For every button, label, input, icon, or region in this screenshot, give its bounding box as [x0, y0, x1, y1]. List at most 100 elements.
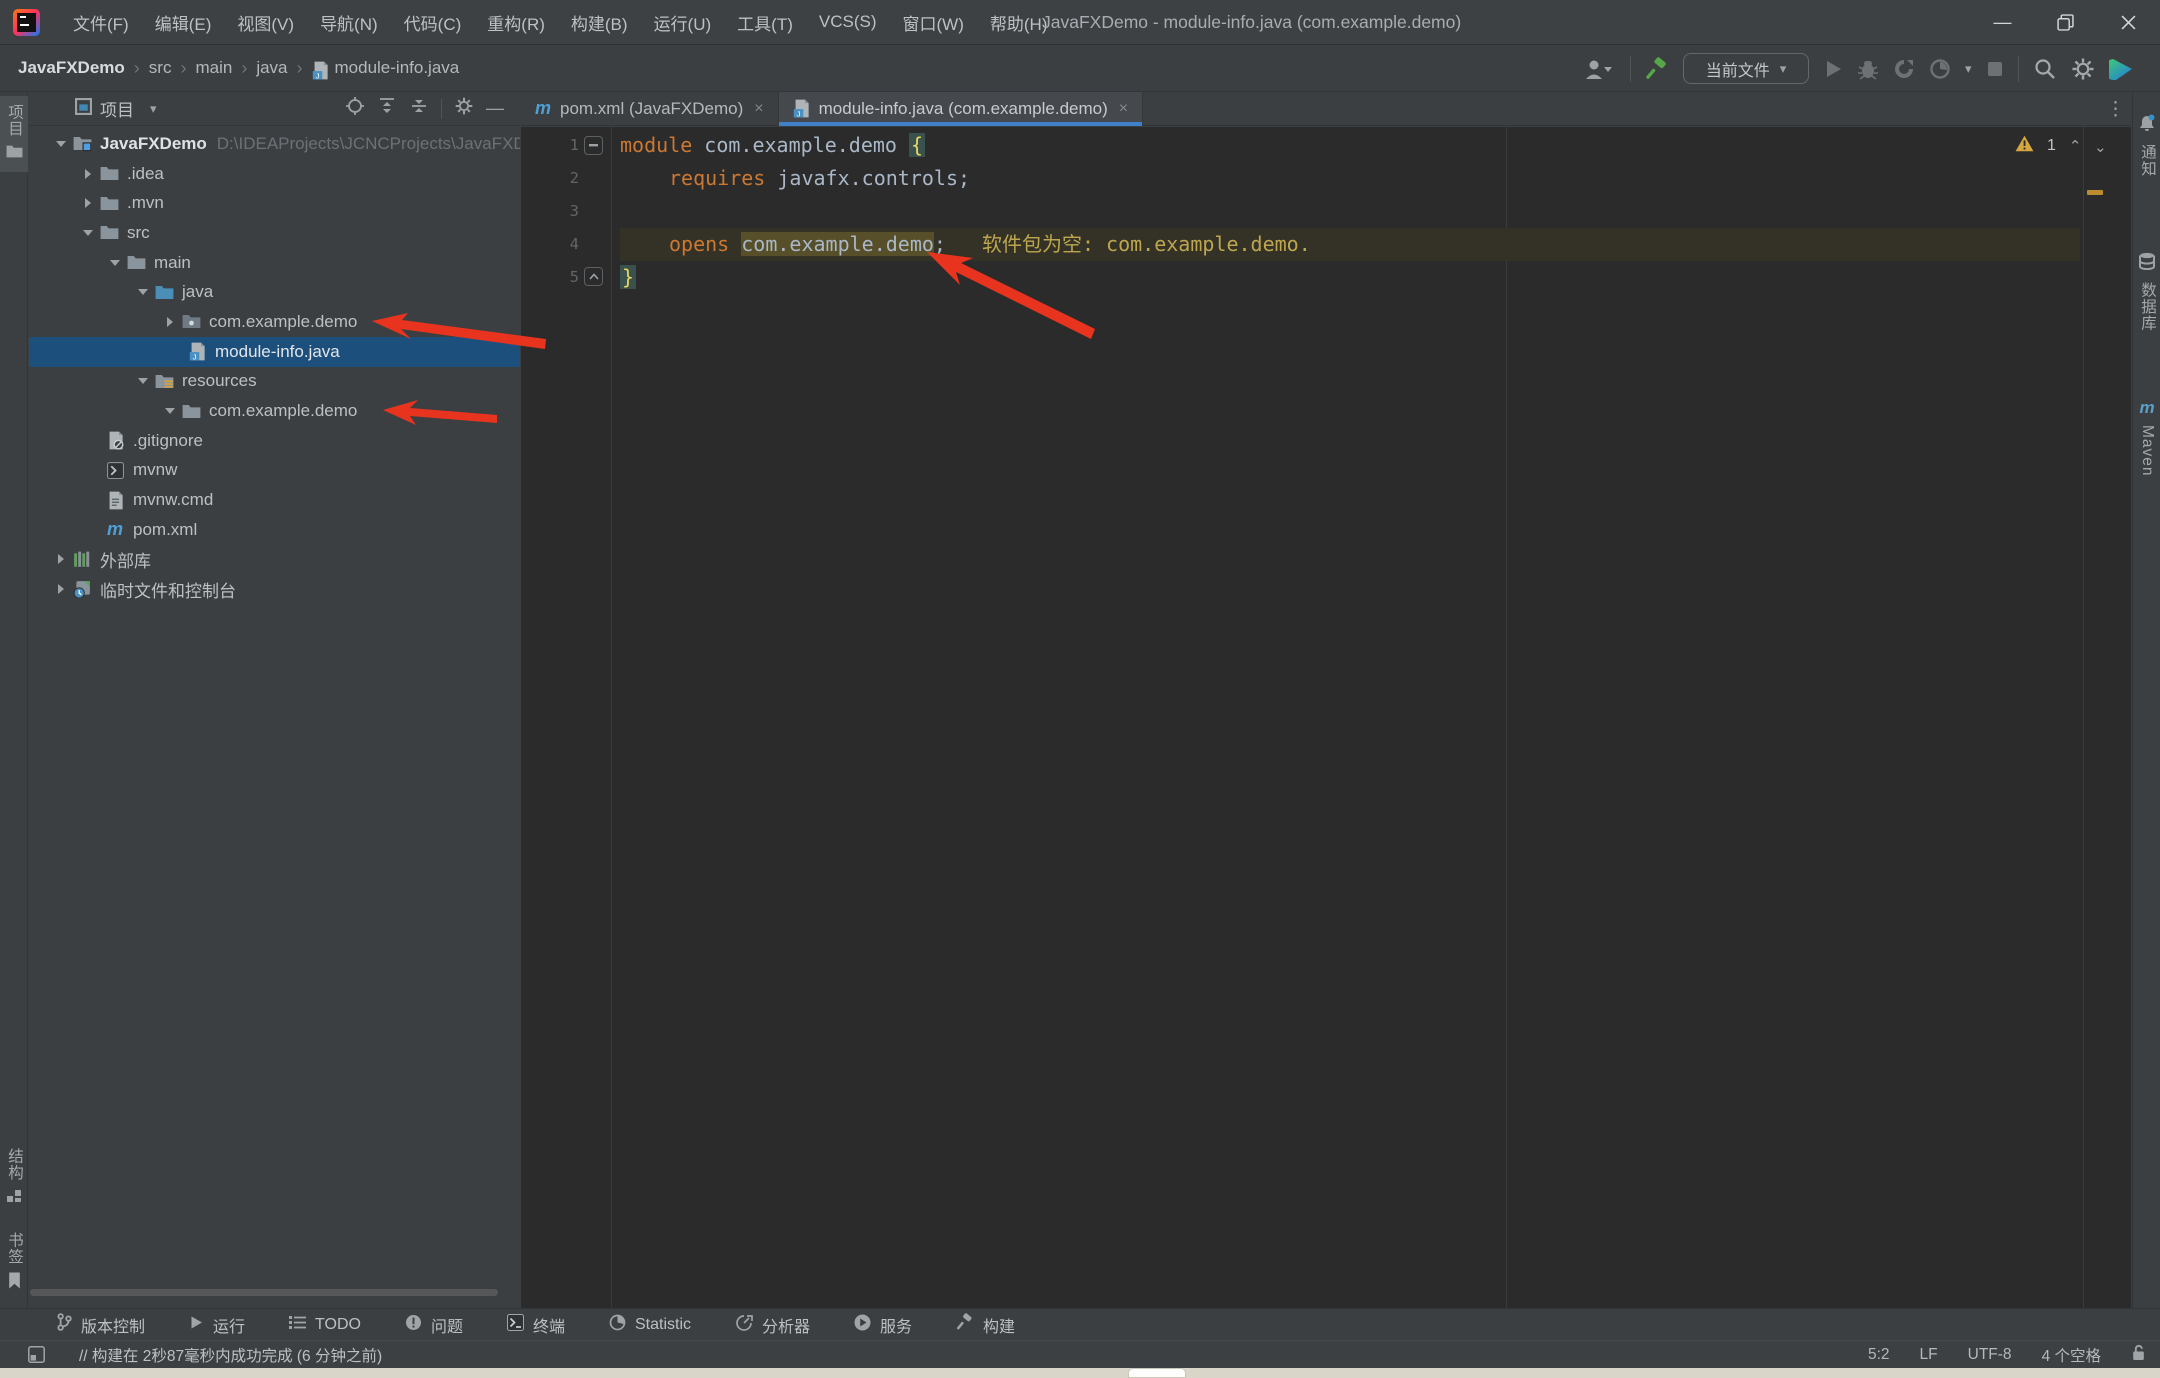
close-tab-icon[interactable]: × [754, 100, 763, 118]
chevron-right-icon[interactable] [77, 198, 99, 208]
tool-window-quick-access-icon[interactable] [28, 1346, 45, 1363]
chevron-down-icon[interactable] [50, 141, 72, 147]
stop-button[interactable] [1986, 60, 2004, 78]
collapse-all-icon[interactable] [409, 96, 429, 121]
caret-position[interactable]: 5:2 [1868, 1346, 1890, 1364]
breadcrumb-project[interactable]: JavaFXDemo [18, 58, 125, 78]
coverage-button[interactable] [1929, 58, 1951, 80]
menu-view[interactable]: 视图(V) [224, 10, 307, 35]
project-panel-horizontal-scrollbar[interactable] [30, 1289, 498, 1296]
profiler-button[interactable] [1893, 58, 1915, 80]
tool-window-button-services[interactable]: 服务 [854, 1313, 912, 1337]
chevron-down-icon[interactable] [132, 289, 154, 295]
chevron-down-icon[interactable]: ▾ [150, 101, 157, 117]
tree-item-package-com-example-demo[interactable]: com.example.demo [29, 307, 520, 337]
menu-code[interactable]: 代码(C) [391, 10, 475, 35]
build-hammer-icon[interactable] [1645, 57, 1669, 81]
breadcrumb-file[interactable]: module-info.java [335, 58, 460, 78]
chevron-down-icon[interactable]: ▾ [1965, 61, 1972, 77]
run-button[interactable] [1823, 59, 1843, 79]
tree-item-java-source-root[interactable]: java [29, 277, 520, 307]
tree-item-pom-xml[interactable]: m pom.xml [29, 515, 520, 545]
ide-assistant-icon[interactable] [2109, 56, 2135, 82]
tree-item-project-root[interactable]: JavaFXDemo D:\IDEAProjects\JCNCProjects\… [29, 129, 520, 159]
close-tab-icon[interactable]: × [1119, 100, 1128, 118]
next-problem-icon[interactable]: ⌃ [2094, 137, 2107, 155]
line-ending-indicator[interactable]: LF [1920, 1346, 1938, 1364]
previous-problem-icon[interactable]: ⌃ [2069, 137, 2082, 155]
tree-item-resources-root[interactable]: resources [29, 367, 520, 397]
tree-item-main[interactable]: main [29, 248, 520, 278]
chevron-down-icon[interactable] [159, 408, 181, 414]
menu-edit[interactable]: 编辑(E) [142, 10, 225, 35]
tool-window-button-statistic[interactable]: Statistic [609, 1314, 691, 1336]
tree-item-mvnw[interactable]: mvnw [29, 456, 520, 486]
menu-window[interactable]: 窗口(W) [890, 10, 977, 35]
chevron-right-icon[interactable] [159, 317, 181, 327]
tree-item-module-info-java[interactable]: J module-info.java [29, 337, 520, 367]
indent-indicator[interactable]: 4 个空格 [2042, 1344, 2101, 1366]
tool-window-button-project[interactable]: 项目 [0, 96, 28, 172]
status-message[interactable]: // 构建在 2秒87毫秒内成功完成 (6 分钟之前) [79, 1344, 382, 1366]
tree-item-idea[interactable]: .idea [29, 159, 520, 189]
restore-button[interactable] [2034, 0, 2097, 45]
tool-window-button-profiler[interactable]: 分析器 [735, 1313, 810, 1337]
encoding-indicator[interactable]: UTF-8 [1968, 1346, 2012, 1364]
tool-window-button-maven[interactable]: m Maven [2133, 390, 2160, 485]
run-configuration-select[interactable]: 当前文件 ▾ [1683, 53, 1809, 84]
tree-item-mvnw-cmd[interactable]: mvnw.cmd [29, 485, 520, 515]
warning-stripe-mark[interactable] [2087, 190, 2103, 195]
tab-options-icon[interactable]: ⋮ [2106, 92, 2125, 126]
tool-window-button-version-control[interactable]: 版本控制 [56, 1313, 145, 1337]
chevron-down-icon[interactable] [77, 230, 99, 236]
unlock-icon[interactable] [2131, 1344, 2146, 1366]
menu-tools[interactable]: 工具(T) [724, 10, 806, 35]
tool-window-button-build[interactable]: 构建 [956, 1313, 1015, 1337]
locate-file-icon[interactable] [345, 96, 365, 121]
tool-window-button-terminal[interactable]: 终端 [507, 1313, 565, 1337]
tool-window-button-database[interactable]: 数据库 [2133, 244, 2160, 340]
tool-window-button-structure[interactable]: 结构 [0, 1140, 28, 1217]
menu-vcs[interactable]: VCS(S) [806, 12, 890, 32]
tab-pom-xml[interactable]: m pom.xml (JavaFXDemo) × [521, 92, 779, 125]
chevron-down-icon[interactable] [104, 260, 126, 266]
menu-build[interactable]: 构建(B) [558, 10, 641, 35]
menu-file[interactable]: 文件(F) [60, 10, 142, 35]
fold-region-end-icon[interactable] [584, 267, 603, 286]
tree-item-resources-com-example-demo[interactable]: com.example.demo [29, 396, 520, 426]
tool-window-button-problems[interactable]: 问题 [405, 1313, 463, 1337]
tool-window-button-run[interactable]: 运行 [189, 1313, 245, 1337]
expand-all-icon[interactable] [377, 96, 397, 121]
tab-module-info-java[interactable]: J module-info.java (com.example.demo) × [779, 92, 1143, 125]
chevron-right-icon[interactable] [50, 554, 72, 564]
chevron-right-icon[interactable] [50, 584, 72, 594]
hide-panel-icon[interactable]: — [486, 98, 504, 119]
menu-refactor[interactable]: 重构(R) [474, 10, 558, 35]
close-button[interactable] [2097, 0, 2160, 45]
panel-settings-gear-icon[interactable] [454, 96, 474, 121]
settings-gear-icon[interactable] [2071, 57, 2095, 81]
tree-item-scratches-consoles[interactable]: 临时文件和控制台 [29, 574, 520, 604]
inspections-widget[interactable]: 1 ⌃ ⌃ [2015, 135, 2107, 157]
breadcrumb-main[interactable]: main [195, 58, 232, 78]
tree-item-external-libraries[interactable]: 外部库 [29, 545, 520, 575]
breadcrumb-src[interactable]: src [149, 58, 172, 78]
search-everywhere-icon[interactable] [2033, 57, 2057, 81]
minimize-button[interactable]: — [1971, 0, 2034, 45]
fold-region-start-icon[interactable] [584, 136, 603, 155]
code-editor[interactable]: 1 2 3 4 5 module com.example.demo { requ… [521, 127, 2131, 1308]
windows-taskbar-sliver [0, 1368, 2160, 1378]
tree-item-gitignore[interactable]: .gitignore [29, 426, 520, 456]
menu-run[interactable]: 运行(U) [641, 10, 725, 35]
chevron-right-icon[interactable] [77, 169, 99, 179]
breadcrumb-java[interactable]: java [256, 58, 287, 78]
chevron-down-icon[interactable] [132, 378, 154, 384]
tool-window-button-bookmarks[interactable]: 书签 [0, 1224, 28, 1302]
menu-navigate[interactable]: 导航(N) [307, 10, 391, 35]
debug-button[interactable] [1857, 58, 1879, 80]
tree-item-mvn[interactable]: .mvn [29, 188, 520, 218]
tree-item-src[interactable]: src [29, 218, 520, 248]
tool-window-button-todo[interactable]: TODO [289, 1315, 361, 1335]
user-account-icon[interactable] [1582, 58, 1616, 80]
tool-window-button-notifications[interactable]: 通知 [2133, 106, 2160, 185]
